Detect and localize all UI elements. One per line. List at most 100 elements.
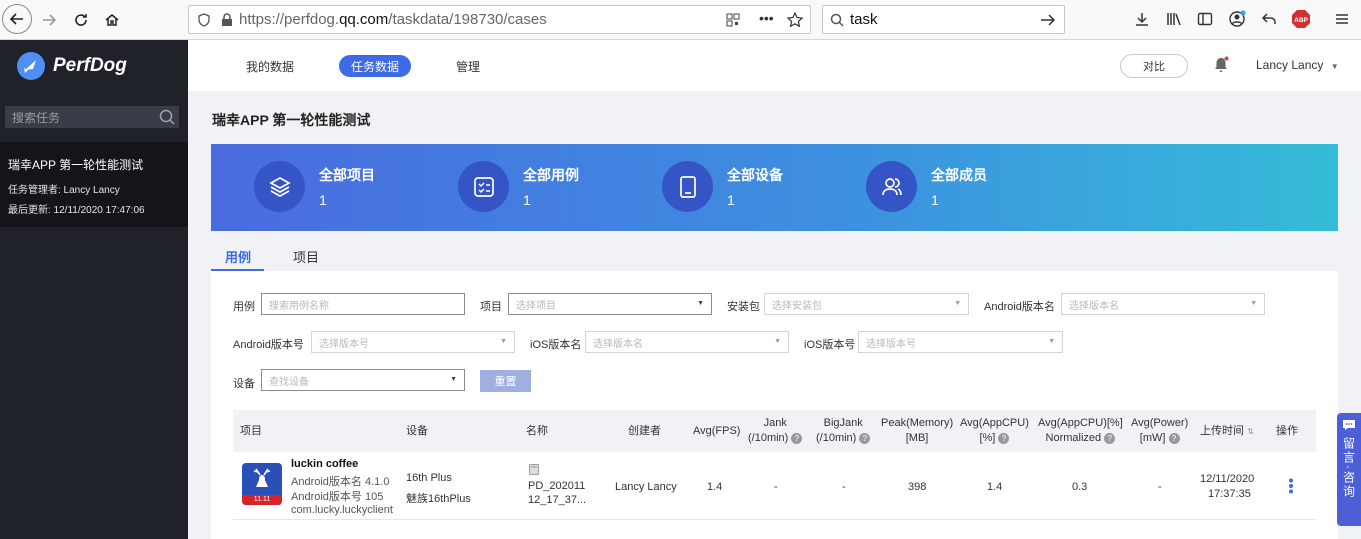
- col-name: 名称: [526, 425, 548, 437]
- tab-my-data[interactable]: 我的数据: [234, 55, 306, 77]
- user-menu[interactable]: Lancy Lancy ▼: [1256, 58, 1339, 72]
- device-search-placeholder: 查找设备: [269, 376, 309, 388]
- account-icon[interactable]: [1226, 8, 1248, 30]
- tab-task-data[interactable]: 任务数据: [339, 55, 412, 77]
- tab-projects[interactable]: 项目: [293, 247, 319, 266]
- table-row[interactable]: 11.11 luckin coffee Android版本名 4.1.0 And…: [233, 452, 1316, 520]
- chat-bubble-icon: [1343, 420, 1355, 430]
- url-bar[interactable]: https://perfdog.qq.com/taskdata/198730/c…: [188, 5, 811, 34]
- compare-button[interactable]: 对比: [1120, 54, 1188, 78]
- table-header: 项目 设备 名称 创建者 Avg(FPS) Jank (/10min) ? Bi…: [233, 410, 1316, 452]
- hamburger-menu-icon[interactable]: [1331, 8, 1353, 30]
- case-name-line2[interactable]: 12_17_37...: [528, 494, 586, 506]
- sidebar-toggle-icon[interactable]: [1194, 8, 1216, 30]
- device-filter-label: 设备: [233, 378, 255, 390]
- search-icon: [830, 13, 844, 27]
- ios-version-name-select[interactable]: 选择版本名 ▼: [585, 331, 789, 353]
- arrow-right-icon: [43, 14, 57, 26]
- sort-icon[interactable]: ⇅: [1247, 427, 1254, 436]
- help-icon[interactable]: ?: [1168, 432, 1180, 444]
- qr-code-icon[interactable]: [726, 13, 740, 27]
- forward-button[interactable]: [36, 7, 62, 33]
- sidebar-task-name: 瑞幸APP 第一轮性能测试: [8, 158, 144, 172]
- tab-cases[interactable]: 用例: [225, 247, 251, 266]
- arrow-left-icon: [9, 13, 23, 25]
- col-upload-time[interactable]: 上传时间 ⇅: [1200, 424, 1254, 439]
- logo[interactable]: PerfDog: [17, 52, 127, 80]
- chevron-down-icon: ▼: [500, 338, 507, 345]
- home-button[interactable]: [99, 7, 125, 33]
- sidebar-task-updated: 最后更新: 12/11/2020 17:47:06: [8, 205, 145, 216]
- android-version-code-select[interactable]: 选择版本号 ▼: [311, 331, 515, 353]
- url-text: https://perfdog.qq.com/taskdata/198730/c…: [239, 11, 547, 28]
- stat-label: 全部设备: [727, 167, 783, 183]
- avg-cpu: 1.4: [987, 481, 1003, 493]
- help-icon[interactable]: ?: [1104, 432, 1116, 444]
- user-name: Lancy Lancy: [1256, 58, 1324, 72]
- task-search-input[interactable]: 搜索任务: [5, 106, 179, 128]
- chevron-down-icon: ▼: [450, 376, 457, 383]
- ios-version-name-label: iOS版本名: [530, 339, 582, 351]
- browser-toolbar: https://perfdog.qq.com/taskdata/198730/c…: [0, 0, 1361, 40]
- project-select[interactable]: 选择项目 ▼: [508, 293, 712, 315]
- package-name: com.lucky.luckyclient: [291, 504, 393, 516]
- stat-all-devices[interactable]: 全部设备 1: [662, 161, 783, 212]
- sidebar: PerfDog 搜索任务 瑞幸APP 第一轮性能测试 任务管理者: Lancy …: [0, 40, 188, 539]
- stat-all-cases[interactable]: 全部用例 1: [458, 161, 579, 212]
- peak-memory: 398: [908, 481, 927, 493]
- col-actions: 操作: [1276, 425, 1298, 437]
- browser-search-bar[interactable]: task: [822, 5, 1065, 34]
- more-options-icon[interactable]: [1288, 478, 1294, 497]
- col-avg-power: Avg(Power) [mW] ?: [1131, 417, 1189, 444]
- checklist-icon: [458, 161, 509, 212]
- more-actions-icon[interactable]: •••: [759, 10, 774, 26]
- shield-icon: [198, 12, 210, 27]
- tab-manage[interactable]: 管理: [444, 55, 492, 77]
- bookmark-star-icon[interactable]: [787, 12, 803, 28]
- app-icon: 11.11: [242, 463, 282, 505]
- android-version-code-label: Android版本号: [233, 339, 304, 351]
- home-icon: [105, 14, 119, 26]
- android-version-name-select[interactable]: 选择版本名 ▼: [1061, 293, 1265, 315]
- chevron-down-icon: ▼: [1048, 338, 1055, 345]
- help-icon[interactable]: ?: [998, 432, 1010, 444]
- case-name-line1[interactable]: PD_202011: [528, 480, 585, 492]
- go-arrow-icon[interactable]: [1040, 12, 1056, 28]
- feedback-widget-label: 留言·咨询: [1341, 437, 1356, 499]
- ios-version-code-select[interactable]: 选择版本号 ▼: [858, 331, 1063, 353]
- stat-value: 1: [523, 192, 531, 208]
- device-search-select[interactable]: 查找设备 ▼: [261, 369, 465, 391]
- undo-arrow-icon[interactable]: [1258, 8, 1280, 30]
- package-filter-label: 安装包: [727, 301, 760, 313]
- feedback-widget[interactable]: 留言·咨询: [1337, 413, 1361, 526]
- help-icon[interactable]: ?: [859, 432, 871, 444]
- search-icon[interactable]: [159, 109, 175, 125]
- stat-all-members[interactable]: 全部成员 1: [866, 161, 987, 212]
- help-icon[interactable]: ?: [791, 432, 803, 444]
- case-search-placeholder: 搜索用例名称: [269, 300, 329, 312]
- file-icon: [529, 464, 539, 478]
- svg-text:ABP: ABP: [1294, 17, 1308, 24]
- device-name: 魅族16thPlus: [406, 493, 471, 505]
- sidebar-task-item[interactable]: 瑞幸APP 第一轮性能测试 任务管理者: Lancy Lancy 最后更新: 1…: [0, 142, 188, 227]
- reload-button[interactable]: [68, 7, 94, 33]
- ios-version-code-label: iOS版本号: [804, 339, 856, 351]
- col-peak-memory: Peak(Memory) [MB]: [881, 417, 954, 444]
- back-button[interactable]: [2, 4, 32, 34]
- notification-bell-icon[interactable]: [1212, 56, 1230, 74]
- package-select[interactable]: 选择安装包 ▼: [764, 293, 969, 315]
- sidebar-task-manager: 任务管理者: Lancy Lancy: [8, 185, 120, 196]
- download-icon[interactable]: [1131, 8, 1153, 30]
- device-model: 16th Plus: [406, 472, 452, 484]
- case-search-input[interactable]: 搜索用例名称: [261, 293, 465, 315]
- chevron-down-icon: ▼: [1330, 62, 1339, 71]
- chevron-down-icon: ▼: [697, 300, 704, 307]
- library-icon[interactable]: [1163, 8, 1185, 30]
- avg-cpu-normalized: 0.3: [1072, 481, 1088, 493]
- chevron-down-icon: ▼: [774, 338, 781, 345]
- reset-button[interactable]: 重置: [480, 370, 531, 392]
- project-filter-label: 项目: [480, 301, 502, 313]
- adblock-icon[interactable]: ABP: [1290, 8, 1312, 30]
- col-avg-fps: Avg(FPS): [693, 425, 741, 437]
- stat-all-projects[interactable]: 全部项目 1: [254, 161, 375, 212]
